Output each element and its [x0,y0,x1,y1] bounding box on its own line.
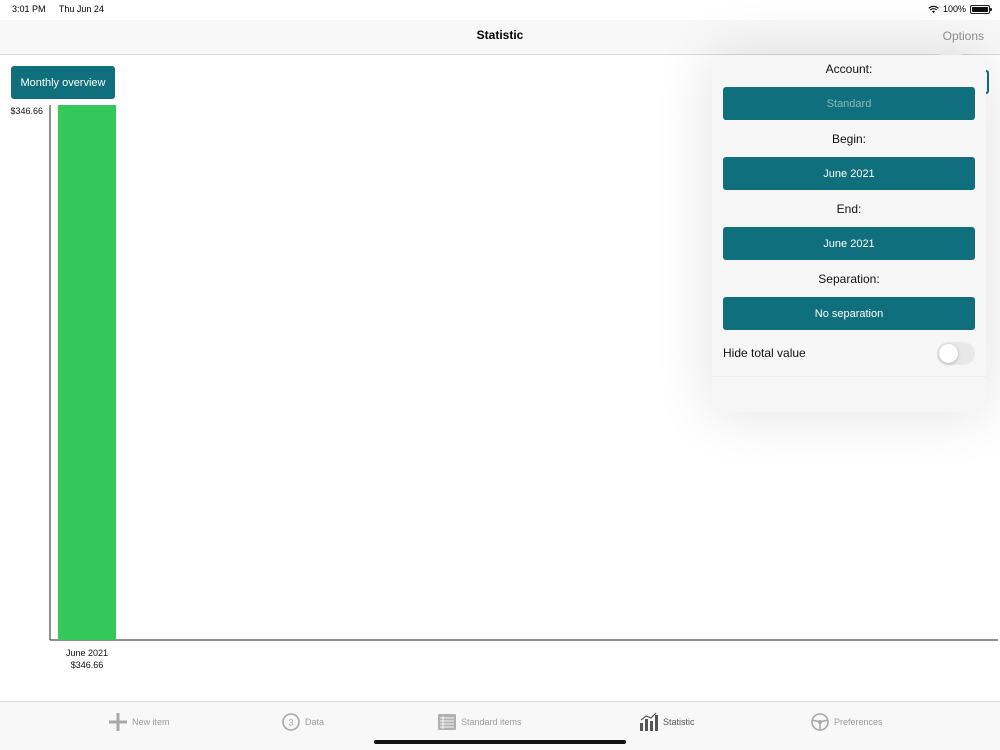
home-indicator [374,740,626,744]
tab-statistic[interactable]: Statistic [639,710,695,734]
tab-label: Statistic [663,717,695,727]
y-max-tick-label: $346.66 [10,106,43,116]
page-title: Statistic [476,28,524,42]
hide-total-label: Hide total value [723,346,806,360]
list-icon [438,714,456,730]
tab-preferences[interactable]: Preferences [810,710,883,734]
options-button[interactable]: Options [943,29,984,43]
options-popover: Account: Standard Begin: June 2021 End: … [712,55,986,412]
begin-label: Begin: [831,132,867,146]
status-right: 100% [928,4,992,14]
numbered-circle-icon: 3 [282,713,300,731]
tab-label: Standard items [461,717,522,727]
tab-standard-items[interactable]: Standard items [437,710,522,734]
navigation-bar: Statistic Options [0,20,1000,55]
tab-label: Preferences [834,717,883,727]
monthly-overview-button[interactable]: Monthly overview [11,66,115,99]
status-bar: 3:01 PM Thu Jun 24 100% [0,0,1000,20]
plus-icon [109,713,127,731]
tab-data[interactable]: 3 Data [281,710,324,734]
bar[interactable] [58,105,116,640]
tab-label: Data [305,717,325,727]
battery-percent: 100% [942,4,966,14]
end-label: End: [836,202,862,216]
end-button[interactable]: June 2021 [723,227,975,260]
battery-icon [970,4,992,14]
account-label: Account: [825,62,873,76]
toggle-knob [939,344,958,363]
wifi-icon [928,5,939,13]
status-time: 3:01 PM [12,4,46,14]
popover-divider [712,376,986,377]
status-left: 3:01 PM Thu Jun 24 [12,4,115,14]
tab-label: New item [132,717,170,727]
data-badge: 3 [288,718,293,728]
steering-wheel-icon [811,713,829,731]
hide-total-toggle[interactable] [937,342,975,365]
begin-button[interactable]: June 2021 [723,157,975,190]
separation-button[interactable]: No separation [723,297,975,330]
tab-new-item[interactable]: New item [108,710,170,734]
x-tick-label: June 2021 [66,648,108,658]
separation-label: Separation: [818,272,880,286]
chart-icon [640,712,658,731]
bar-value-label: $346.66 [71,660,104,670]
account-button[interactable]: Standard [723,87,975,120]
status-date: Thu Jun 24 [58,4,104,14]
